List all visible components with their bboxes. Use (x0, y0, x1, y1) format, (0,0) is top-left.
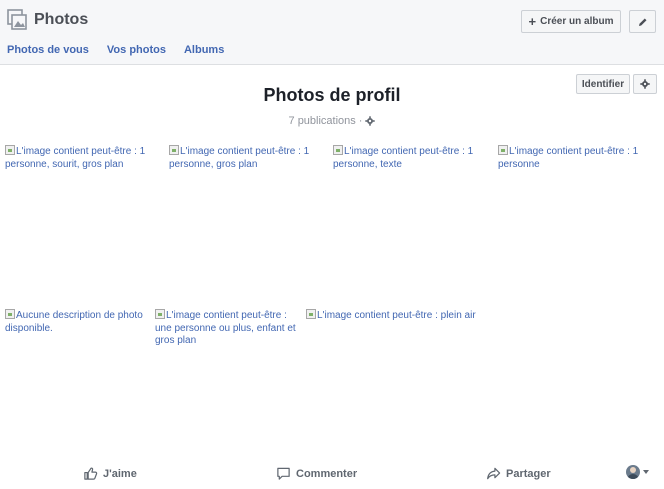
photos-tabs: Photos de vous Vos photos Albums (7, 44, 242, 56)
photo-alt-text: L'image contient peut-être : 1 personne,… (333, 146, 474, 170)
tab-photos-of-you[interactable]: Photos de vous (7, 44, 89, 56)
broken-image-icon (169, 145, 179, 155)
photo-item[interactable]: L'image contient peut-être : 1 personne,… (169, 145, 319, 171)
comment-button[interactable]: Commenter (276, 466, 357, 481)
photo-alt-text: Aucune description de photo disponible. (5, 310, 143, 334)
post-as-selector[interactable] (626, 465, 649, 479)
photo-item[interactable]: Aucune description de photo disponible. (5, 309, 145, 335)
broken-image-icon (306, 309, 316, 319)
plus-icon: + (528, 14, 537, 29)
broken-image-icon (5, 145, 15, 155)
chevron-down-icon (643, 470, 649, 474)
like-button[interactable]: J'aime (83, 466, 137, 481)
comment-icon (277, 467, 290, 480)
share-label: Partager (506, 467, 551, 480)
avatar (626, 465, 640, 479)
photo-item[interactable]: L'image contient peut-être : une personn… (155, 309, 303, 348)
pencil-icon (638, 18, 646, 26)
album-title: Photos de profil (263, 85, 401, 105)
tab-your-photos[interactable]: Vos photos (107, 44, 166, 56)
gear-icon[interactable] (365, 116, 376, 126)
broken-image-icon (498, 145, 508, 155)
thumbs-up-icon (84, 467, 98, 480)
tab-albums[interactable]: Albums (184, 44, 224, 56)
share-button[interactable]: Partager (486, 466, 551, 481)
like-label: J'aime (103, 467, 137, 480)
share-icon (487, 467, 501, 480)
photo-alt-text: L'image contient peut-être : une personn… (155, 310, 296, 346)
broken-image-icon (155, 309, 165, 319)
photo-item[interactable]: L'image contient peut-être : plein air (306, 309, 486, 323)
photos-header: Photos + Créer un album Photos de vous V… (0, 0, 664, 65)
edit-button[interactable] (629, 10, 656, 33)
photos-icon (7, 9, 27, 31)
photo-item[interactable]: L'image contient peut-être : 1 personne (498, 145, 648, 171)
broken-image-icon (333, 145, 343, 155)
photo-alt-text: L'image contient peut-être : 1 personne,… (169, 146, 310, 170)
page-title: Photos (34, 11, 89, 28)
photo-item[interactable]: L'image contient peut-être : 1 personne,… (5, 145, 155, 171)
separator: · (358, 115, 363, 127)
publication-count: 7 publications (288, 115, 356, 127)
create-album-button[interactable]: + Créer un album (521, 10, 621, 33)
create-album-label: Créer un album (540, 16, 614, 27)
photo-alt-text: L'image contient peut-être : 1 personne (498, 146, 639, 170)
comment-label: Commenter (296, 467, 358, 480)
header-title-row: Photos (7, 9, 88, 31)
photo-item[interactable]: L'image contient peut-être : 1 personne,… (333, 145, 483, 171)
photo-alt-text: L'image contient peut-être : 1 personne,… (5, 146, 146, 170)
photo-alt-text: L'image contient peut-être : plein air (317, 310, 476, 321)
broken-image-icon (5, 309, 15, 319)
publication-info: 7 publications · (0, 115, 664, 127)
